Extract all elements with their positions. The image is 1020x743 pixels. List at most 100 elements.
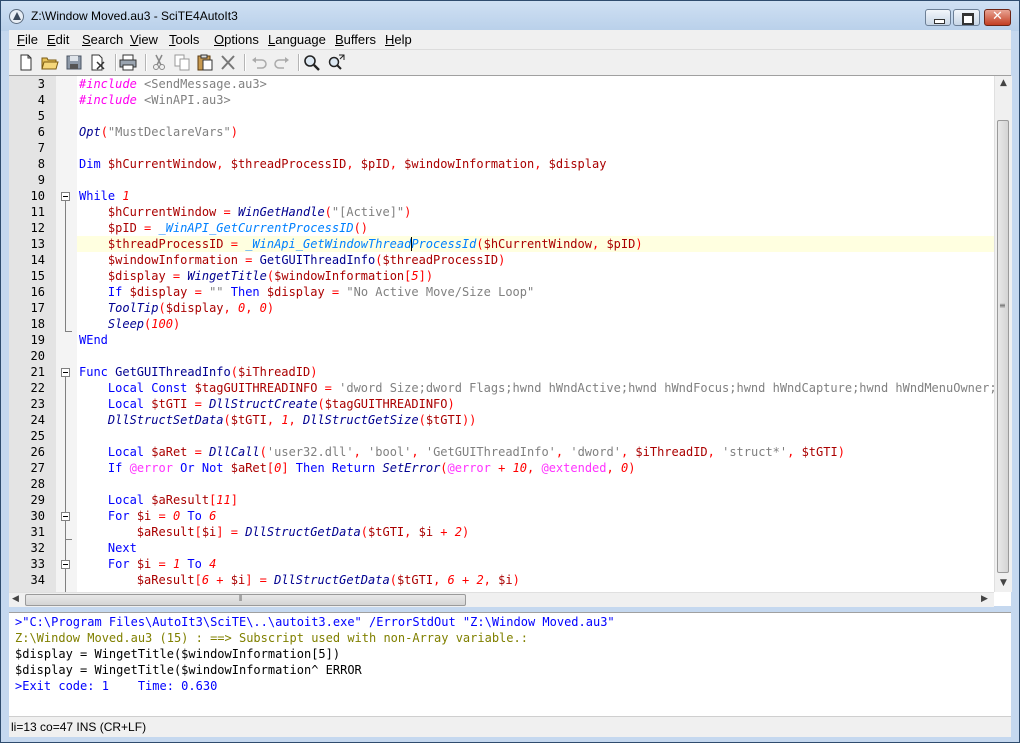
find-icon[interactable] xyxy=(303,54,321,71)
code-line[interactable]: For $i = 0 To 6 xyxy=(79,508,216,524)
code-line[interactable]: $aResult[6 + $i] = DllStructGetData($tGT… xyxy=(79,572,520,588)
output-line: Z:\Window Moved.au3 (15) : ==> Subscript… xyxy=(15,631,528,645)
line-number: 7 xyxy=(37,141,45,155)
close-button[interactable]: ✕ xyxy=(984,9,1011,26)
horizontal-scrollbar[interactable]: ◀ ⦀ ▶ xyxy=(9,592,994,607)
code-line[interactable]: Func GetGUIThreadInfo($iThreadID) xyxy=(79,364,317,380)
code-line[interactable]: DllStructSetData($tGTI, 1, DllStructGetS… xyxy=(79,412,477,428)
code-line[interactable]: Local $aResult[11] xyxy=(79,492,238,508)
code-line[interactable]: Local Const $tagGUITHREADINFO = 'dword S… xyxy=(79,380,994,396)
replace-icon[interactable] xyxy=(327,54,345,71)
code-line[interactable]: Opt("MustDeclareVars") xyxy=(79,124,238,140)
code-line[interactable]: If $display = "" Then $display = "No Act… xyxy=(79,284,534,300)
code-line[interactable]: While 1 xyxy=(79,188,130,204)
close-file-icon[interactable] xyxy=(89,54,107,71)
print-icon[interactable] xyxy=(119,54,137,71)
status-bar: li=13 co=47 INS (CR+LF) xyxy=(9,716,1011,737)
undo-icon[interactable] xyxy=(250,54,268,71)
menu-options[interactable]: Options xyxy=(214,32,259,47)
menu-buffers[interactable]: Buffers xyxy=(335,32,376,47)
code-line[interactable]: ToolTip($display, 0, 0) xyxy=(79,300,274,316)
scroll-down-icon[interactable]: ▼ xyxy=(1000,578,1007,588)
line-number: 26 xyxy=(30,445,45,459)
line-number: 9 xyxy=(37,173,45,187)
menu-file[interactable]: File xyxy=(17,32,38,47)
scite-window: Z:\Window Moved.au3 - SciTE4AutoIt3 ✕ Fi… xyxy=(0,0,1020,743)
text-caret xyxy=(411,237,413,251)
cut-icon[interactable] xyxy=(150,54,168,71)
code-editor[interactable]: 3 4 5 6 7 8 9 10 11 12 13 14 15 16 17 18 19 20 21 22 23 24 25 2… xyxy=(9,75,1012,607)
toolbar-separator xyxy=(298,54,300,71)
toolbar xyxy=(9,49,1011,76)
code-line[interactable]: #include <WinAPI.au3> xyxy=(79,92,231,108)
new-file-icon[interactable] xyxy=(17,54,35,71)
save-icon[interactable] xyxy=(65,54,83,71)
vertical-scroll-thumb[interactable] xyxy=(997,120,1009,573)
scroll-left-icon[interactable]: ◀ xyxy=(12,594,19,604)
copy-icon[interactable] xyxy=(173,54,191,71)
line-number: 20 xyxy=(30,349,45,363)
scroll-up-icon[interactable]: ▲ xyxy=(1000,78,1007,88)
code-line[interactable]: WEnd xyxy=(79,332,108,348)
code-line[interactable]: Sleep(100) xyxy=(79,316,180,332)
code-text[interactable]: #include <SendMessage.au3> #include <WinA… xyxy=(77,76,994,592)
menu-view[interactable]: View xyxy=(130,32,158,47)
menu-search[interactable]: Search xyxy=(82,32,123,47)
line-number: 18 xyxy=(30,317,45,331)
code-line[interactable]: Next xyxy=(79,540,137,556)
menu-tools[interactable]: Tools xyxy=(169,32,199,47)
fold-toggle[interactable] xyxy=(61,512,70,521)
output-line: >Exit code: 1 Time: 0.630 xyxy=(15,679,218,693)
line-number: 10 xyxy=(30,189,45,203)
line-number: 14 xyxy=(30,253,45,267)
fold-margin[interactable] xyxy=(56,76,77,592)
line-number: 32 xyxy=(30,541,45,555)
code-line[interactable]: Local $tGTI = DllStructCreate($tagGUITHR… xyxy=(79,396,455,412)
output-line: $display = WingetTitle($windowInformatio… xyxy=(15,647,341,661)
line-number: 30 xyxy=(30,509,45,523)
fold-toggle[interactable] xyxy=(61,560,70,569)
code-line[interactable]: Local $aRet = DllCall('user32.dll', 'boo… xyxy=(79,444,845,460)
status-text: li=13 co=47 INS (CR+LF) xyxy=(11,720,147,734)
line-number: 13 xyxy=(30,237,45,251)
code-line[interactable]: For $i = 1 To 4 xyxy=(79,556,216,572)
vertical-scrollbar[interactable]: ▲ ≡ ▼ xyxy=(994,76,1012,592)
code-line[interactable]: $pID = _WinAPI_GetCurrentProcessID() xyxy=(79,220,368,236)
code-line[interactable]: #include <SendMessage.au3> xyxy=(79,76,267,92)
redo-icon[interactable] xyxy=(273,54,291,71)
line-number: 16 xyxy=(30,285,45,299)
line-number: 23 xyxy=(30,397,45,411)
paste-icon[interactable] xyxy=(196,54,214,71)
line-number: 5 xyxy=(37,109,45,123)
scroll-right-icon[interactable]: ▶ xyxy=(981,594,988,604)
minimize-button[interactable] xyxy=(925,9,951,26)
menu-language[interactable]: Language xyxy=(268,32,326,47)
output-pane[interactable]: >"C:\Program Files\AutoIt3\SciTE\..\auto… xyxy=(9,612,1011,716)
menu-help[interactable]: Help xyxy=(385,32,412,47)
code-line[interactable]: If @error Or Not $aRet[0] Then Return Se… xyxy=(79,460,636,476)
close-icon: ✕ xyxy=(992,9,1003,24)
menu-edit[interactable]: Edit xyxy=(47,32,69,47)
code-line[interactable]: $hCurrentWindow = WinGetHandle("[Active]… xyxy=(79,204,411,220)
toolbar-separator xyxy=(145,54,147,71)
code-line[interactable]: Dim $hCurrentWindow, $threadProcessID, $… xyxy=(79,156,606,172)
toolbar-separator xyxy=(244,54,246,71)
line-number: 25 xyxy=(30,429,45,443)
output-line: $display = WingetTitle($windowInformatio… xyxy=(15,663,362,677)
horizontal-scroll-thumb[interactable] xyxy=(25,594,466,606)
delete-icon[interactable] xyxy=(219,54,237,71)
code-line[interactable]: $windowInformation = GetGUIThreadInfo($t… xyxy=(79,252,505,268)
fold-toggle[interactable] xyxy=(61,192,70,201)
title-bar[interactable]: Z:\Window Moved.au3 - SciTE4AutoIt3 ✕ xyxy=(1,1,1019,31)
code-line[interactable]: $threadProcessID = _WinApi_GetWindowThre… xyxy=(79,236,643,252)
maximize-button[interactable] xyxy=(953,9,980,26)
fold-toggle[interactable] xyxy=(61,368,70,377)
line-number: 12 xyxy=(30,221,45,235)
code-line[interactable]: $display = WingetTitle($windowInformatio… xyxy=(79,268,433,284)
line-number: 27 xyxy=(30,461,45,475)
line-number: 29 xyxy=(30,493,45,507)
open-folder-icon[interactable] xyxy=(41,54,59,71)
line-number: 34 xyxy=(30,573,45,587)
grip-icon: ⦀ xyxy=(239,594,243,603)
code-line[interactable]: $aResult[$i] = DllStructGetData($tGTI, $… xyxy=(79,524,469,540)
